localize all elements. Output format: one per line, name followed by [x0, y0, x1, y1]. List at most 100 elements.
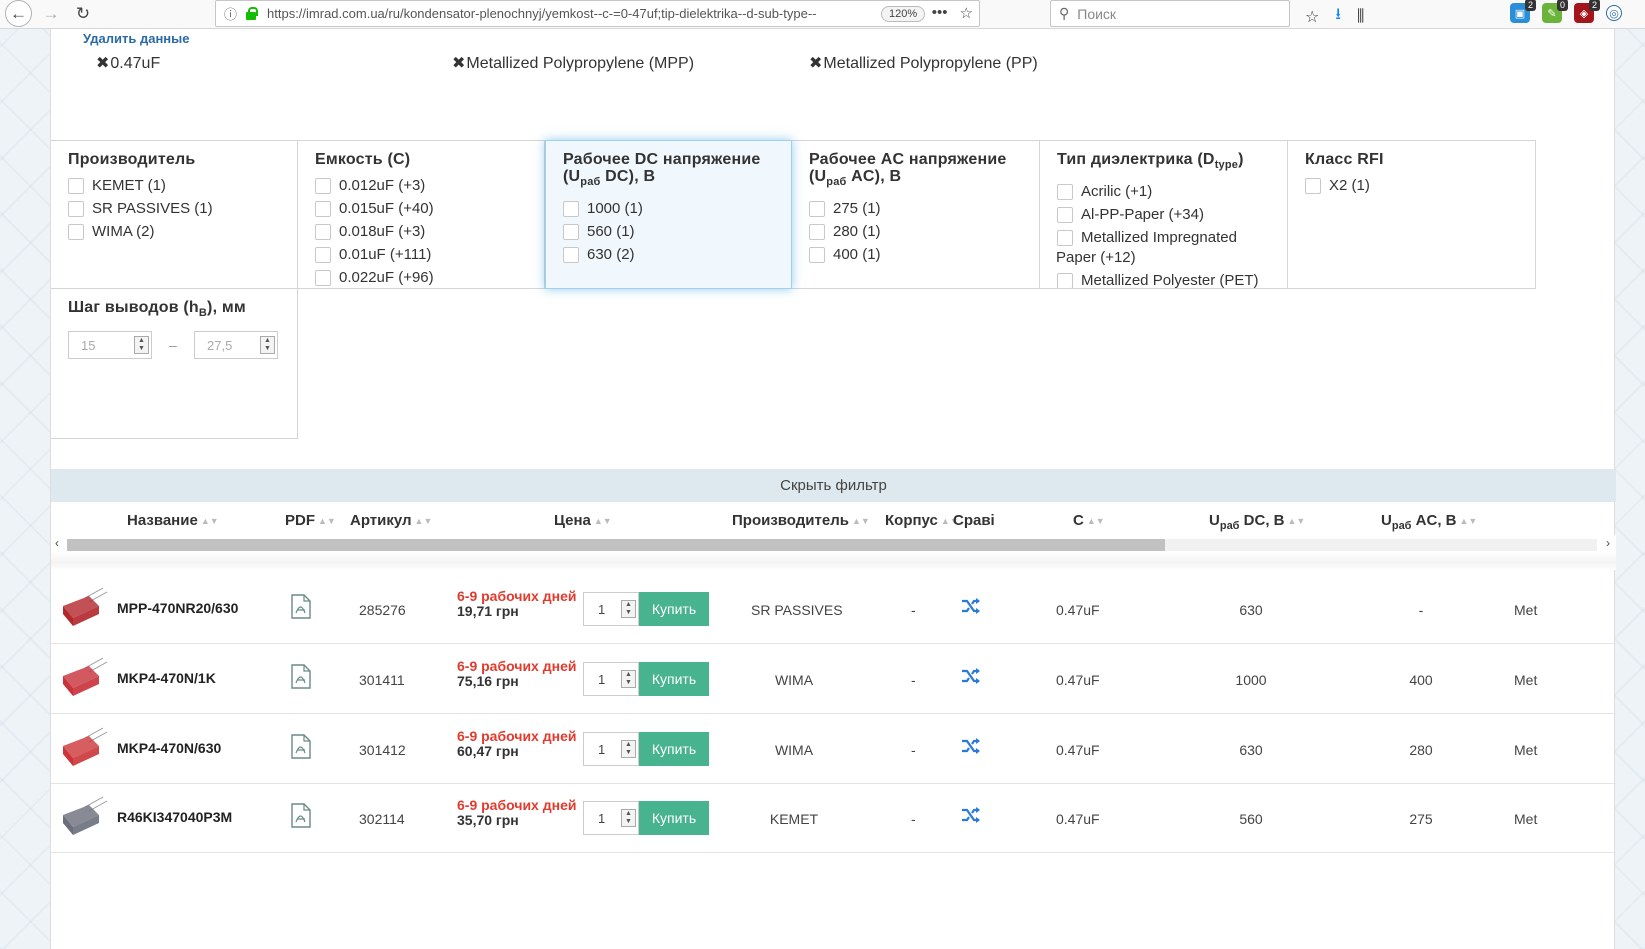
sort-icon[interactable]: ▲▼ [318, 516, 336, 526]
spinner-arrows-icon[interactable]: ▲ ▼ [134, 336, 149, 354]
sort-icon[interactable]: ▲▼ [201, 516, 219, 526]
filter-option[interactable]: 560 (1) [563, 222, 791, 242]
spinner-arrows-icon[interactable]: ▲ ▼ [621, 809, 636, 827]
horizontal-scrollbar[interactable]: ‹ › [51, 535, 1616, 552]
filter-option[interactable]: 0.012uF (+3) [315, 176, 544, 196]
scroll-left-icon[interactable]: ‹ [55, 536, 59, 550]
sort-icon[interactable]: ▲▼ [1087, 516, 1105, 526]
lock-icon[interactable] [245, 7, 259, 20]
search-input[interactable]: Поиск [1077, 6, 1116, 22]
info-icon[interactable]: ⓘ [224, 4, 237, 23]
pdf-icon[interactable] [291, 803, 311, 828]
spinner-arrows-icon[interactable]: ▲ ▼ [621, 670, 636, 688]
product-image[interactable] [59, 656, 109, 698]
filter-chip[interactable]: ✖Metallized Polypropylene (PP) [809, 53, 1038, 73]
quantity-stepper[interactable]: 1 ▲ ▼ [583, 732, 639, 766]
quantity-stepper[interactable]: 1 ▲ ▼ [583, 662, 639, 696]
spinner-arrows-icon[interactable]: ▲ ▼ [260, 336, 275, 354]
column-header-compare[interactable]: Сравi [953, 512, 995, 529]
forward-button[interactable]: → [38, 2, 64, 26]
zoom-indicator[interactable]: 120% [881, 5, 926, 22]
filter-option[interactable]: 0.022uF (+96) [315, 268, 544, 288]
filter-option[interactable]: Acrilic (+1) [1057, 182, 1287, 202]
checkbox[interactable] [315, 178, 331, 194]
extension-4-icon[interactable]: ◎ [1606, 5, 1622, 21]
product-name-link[interactable]: R46KI347040P3M [117, 809, 232, 825]
column-header-capacity[interactable]: C ▲▼ [1073, 512, 1105, 529]
checkbox[interactable] [1305, 178, 1321, 194]
checkbox[interactable] [563, 224, 579, 241]
filter-option[interactable]: 0.018uF (+3) [315, 222, 544, 242]
ublock-icon[interactable]: ◈ 2 [1574, 0, 1600, 23]
remove-chip-icon[interactable]: ✖ [96, 55, 109, 72]
filter-option[interactable]: SR PASSIVES (1) [68, 199, 297, 219]
bookmarks-icon[interactable]: ☆ [1305, 7, 1319, 27]
buy-button[interactable]: Купить [639, 662, 709, 696]
filter-option[interactable]: KEMET (1) [68, 176, 297, 196]
pitch-min-input[interactable]: 15 ▲ ▼ [68, 331, 152, 359]
hide-filter-button[interactable]: Скрыть фильтр [51, 469, 1616, 502]
sort-icon[interactable]: ▲▼ [1287, 516, 1305, 526]
spinner-arrows-icon[interactable]: ▲ ▼ [621, 600, 636, 618]
checkbox[interactable] [68, 178, 84, 194]
filter-option[interactable]: 0.015uF (+40) [315, 199, 544, 219]
filter-option[interactable]: 400 (1) [809, 245, 1039, 265]
filter-option[interactable]: 630 (2) [563, 245, 791, 265]
sort-icon[interactable]: ▲▼ [1459, 516, 1477, 526]
table-row[interactable]: MKP4-470N/1K 301411 6-9 рабочих дней 75,… [51, 644, 1616, 714]
checkbox[interactable] [563, 247, 579, 264]
product-image[interactable] [59, 586, 109, 628]
back-button[interactable]: ← [5, 0, 32, 27]
product-image[interactable] [59, 726, 109, 768]
checkbox[interactable] [1057, 230, 1073, 247]
quantity-stepper[interactable]: 1 ▲ ▼ [583, 801, 639, 835]
pdf-icon[interactable] [291, 594, 311, 619]
table-row[interactable]: R46KI347040P3M 302114 6-9 рабочих дней 3… [51, 783, 1616, 853]
buy-button[interactable]: Купить [639, 801, 709, 835]
remove-chip-icon[interactable]: ✖ [452, 55, 465, 72]
search-bar[interactable]: ⚲ Поиск [1050, 0, 1290, 27]
filter-option[interactable]: 1000 (1) [563, 199, 791, 219]
product-name-link[interactable]: MPP-470NR20/630 [117, 600, 238, 616]
extension-1-icon[interactable]: ▣ 2 [1510, 0, 1536, 23]
url-text[interactable]: https://imrad.com.ua/ru/kondensator-plen… [267, 6, 877, 21]
url-bar[interactable]: ⓘ https://imrad.com.ua/ru/kondensator-pl… [215, 0, 980, 27]
pdf-icon[interactable] [291, 734, 311, 759]
quantity-value[interactable]: 1 [598, 602, 605, 617]
sort-icon[interactable]: ▲▼ [594, 516, 612, 526]
sort-icon[interactable]: ▲▼ [415, 516, 433, 526]
quantity-value[interactable]: 1 [598, 742, 605, 757]
filter-option[interactable]: Al-PP-Paper (+34) [1057, 205, 1287, 225]
reload-button[interactable]: ↻ [70, 2, 96, 26]
library-icon[interactable]: ⫼ [1357, 8, 1364, 26]
filter-option[interactable]: X2 (1) [1305, 176, 1535, 196]
buy-button[interactable]: Купить [639, 732, 709, 766]
sort-icon[interactable]: ▲▼ [852, 516, 870, 526]
column-header-pdf[interactable]: PDF ▲▼ [285, 512, 336, 529]
product-name-link[interactable]: MKP4-470N/630 [117, 740, 221, 756]
shuffle-compare-icon[interactable] [961, 667, 981, 685]
checkbox[interactable] [563, 201, 579, 218]
checkbox[interactable] [809, 224, 825, 241]
column-header-article[interactable]: Артикул ▲▼ [350, 512, 432, 529]
product-name-link[interactable]: MKP4-470N/1K [117, 670, 216, 686]
checkbox[interactable] [1057, 184, 1073, 201]
table-row[interactable]: MPP-470NR20/630 285276 6-9 рабочих дней … [51, 574, 1616, 644]
quantity-stepper[interactable]: 1 ▲ ▼ [583, 592, 639, 626]
remove-chip-icon[interactable]: ✖ [809, 55, 822, 72]
scroll-right-icon[interactable]: › [1606, 536, 1610, 550]
checkbox[interactable] [315, 201, 331, 217]
checkbox[interactable] [1057, 207, 1073, 224]
checkbox[interactable] [809, 247, 825, 264]
scroll-thumb[interactable] [67, 539, 1165, 551]
buy-button[interactable]: Купить [639, 592, 709, 626]
column-header-case[interactable]: Корпус ▲▼ [885, 512, 959, 529]
checkbox[interactable] [68, 201, 84, 217]
checkbox[interactable] [68, 224, 84, 240]
quantity-value[interactable]: 1 [598, 672, 605, 687]
checkbox[interactable] [1057, 273, 1073, 288]
bookmark-star-icon[interactable]: ☆ [960, 4, 973, 22]
download-icon[interactable]: ⭳ [1335, 3, 1341, 30]
column-header-udc[interactable]: Uраб DC, В ▲▼ [1209, 512, 1305, 532]
checkbox[interactable] [315, 224, 331, 240]
